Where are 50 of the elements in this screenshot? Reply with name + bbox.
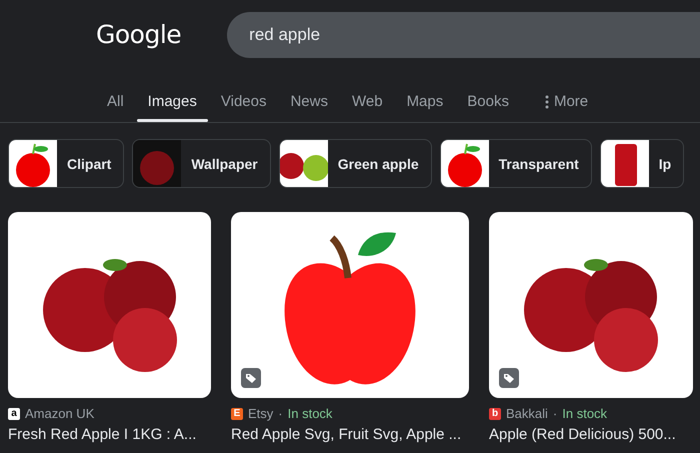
suggestion-chip[interactable]: Clipart [8, 139, 124, 188]
tab-label: Images [148, 93, 197, 110]
separator-dot: · [278, 406, 283, 421]
tab-label: Web [352, 93, 383, 110]
search-tab[interactable]: Web [340, 93, 394, 122]
result-title[interactable]: Apple (Red Delicious) 500... [489, 426, 693, 443]
result-image[interactable] [489, 212, 693, 398]
chip-label: Transparent [498, 156, 579, 172]
suggestion-chip[interactable]: Ip [600, 139, 684, 188]
apple-thumbnail [440, 140, 489, 187]
source-favicon-icon: b [489, 408, 501, 420]
suggestion-chip[interactable]: Green apple [278, 139, 432, 188]
result-image[interactable] [8, 212, 211, 398]
chip-label: Ip [658, 156, 672, 172]
result-image[interactable] [231, 212, 469, 398]
search-tab[interactable]: News [279, 93, 339, 122]
chip-label: Green apple [338, 156, 419, 172]
search-tab[interactable]: Videos [210, 93, 278, 122]
source-name: Bakkali [506, 406, 548, 421]
tab-label: Maps [406, 93, 444, 110]
source-favicon-icon: E [231, 408, 243, 420]
tab-label: More [554, 93, 588, 110]
search-field[interactable]: red apple [227, 12, 700, 58]
tab-label: Videos [220, 93, 266, 110]
apples-thumbnail [280, 140, 328, 187]
stock-status: In stock [562, 406, 608, 421]
result-title[interactable]: Fresh Red Apple I 1KG : A... [8, 426, 211, 443]
suggestion-chip[interactable]: Wallpaper [132, 139, 271, 188]
tab-label: Books [467, 93, 509, 110]
search-tab[interactable]: More [534, 93, 600, 122]
source-favicon-icon: a [8, 408, 20, 420]
google-logo[interactable]: Google [96, 19, 182, 51]
separator-dot: · [552, 406, 558, 421]
search-tab[interactable]: Images [136, 93, 208, 122]
apple-thumbnail [9, 140, 57, 187]
source-name: Etsy [248, 406, 274, 421]
phone-thumbnail [600, 140, 649, 187]
search-tab[interactable]: All [96, 93, 135, 122]
result-title[interactable]: Red Apple Svg, Fruit Svg, Apple ... [231, 426, 469, 443]
more-dots-icon [544, 94, 549, 108]
search-tab[interactable]: Books [456, 93, 520, 122]
chip-label: Clipart [67, 156, 112, 172]
search-tab[interactable]: Maps [396, 93, 454, 122]
apple-thumbnail [133, 140, 182, 187]
stock-status: In stock [288, 406, 332, 421]
chip-label: Wallpaper [191, 156, 258, 172]
tab-label: News [290, 93, 328, 110]
source-name: Amazon UK [25, 406, 94, 421]
suggestion-chip[interactable]: Transparent [440, 139, 592, 188]
tab-label: All [107, 93, 124, 110]
